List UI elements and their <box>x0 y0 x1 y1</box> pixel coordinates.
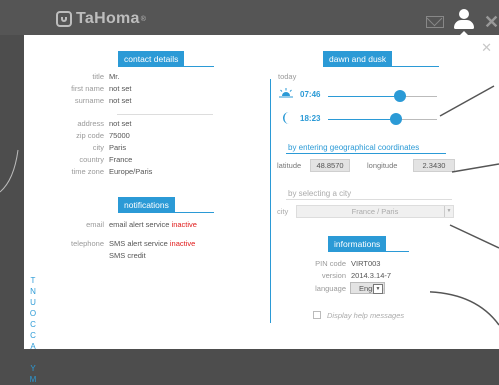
vertical-tab-letter: O <box>29 309 37 318</box>
top-close-icon[interactable]: ✕ <box>484 12 499 33</box>
vertical-tab-letter: Y <box>30 364 36 373</box>
today-label: today <box>278 72 297 81</box>
contact-row-label: time zone <box>71 167 104 176</box>
contact-row-value[interactable]: Mr. <box>109 72 119 81</box>
app-logo: TaHoma ® <box>56 10 146 28</box>
close-icon[interactable]: ✕ <box>481 40 492 56</box>
coords-subheading[interactable]: by entering geographical coordinates <box>288 143 419 152</box>
sms-credit-label: SMS credit <box>109 251 146 260</box>
help-messages-label: Display help messages <box>327 311 405 320</box>
email-alert-status: inactive <box>171 220 197 229</box>
help-pointer-lines <box>430 85 499 326</box>
sunset-time: 18:23 <box>300 114 321 123</box>
dawn-dusk-heading: dawn and dusk <box>323 51 393 67</box>
vertical-tab-letter: M <box>29 375 37 384</box>
language-select[interactable]: English ▼ <box>350 282 385 294</box>
contact-row-value[interactable]: Europe/Paris <box>109 167 152 176</box>
vertical-tab-letter: C <box>30 331 36 340</box>
vertical-tab-letter: C <box>30 320 36 329</box>
pin-value: VIRT003 <box>351 259 381 268</box>
user-icon[interactable] <box>452 9 476 35</box>
top-bar: TaHoma ® ✕ <box>0 0 499 35</box>
city-subheading[interactable]: by selecting a city <box>288 189 351 198</box>
help-messages-checkbox[interactable] <box>313 311 321 319</box>
latitude-label: latitude <box>277 161 302 170</box>
contact-heading-rule <box>118 66 214 67</box>
chevron-down-icon: ▼ <box>373 284 383 294</box>
vertical-tab-letter: U <box>30 298 36 307</box>
notifications-heading-rule <box>118 212 214 213</box>
house-logo-icon <box>56 11 72 27</box>
email-label: email <box>86 220 104 229</box>
contact-row-label: first name <box>71 84 104 93</box>
sunrise-slider-track <box>328 96 403 97</box>
side-hint-line <box>0 149 19 193</box>
coords-rule <box>286 153 446 154</box>
sms-alert-setting[interactable]: SMS alert service inactive <box>109 239 195 248</box>
vertical-tab-letter: N <box>30 287 36 296</box>
sunrise-icon <box>279 88 293 98</box>
email-alert-setting[interactable]: email alert service inactive <box>109 220 197 229</box>
longitude-label: longitude <box>367 161 398 170</box>
informations-heading-rule <box>328 251 409 252</box>
contact-row-value[interactable]: France <box>109 155 132 164</box>
sms-alert-text: SMS alert service <box>109 239 168 248</box>
contact-row-value[interactable]: not set <box>109 119 132 128</box>
contact-row-label: city <box>92 143 104 152</box>
latitude-input[interactable]: 48.8570 <box>310 159 350 172</box>
sms-alert-status: inactive <box>169 239 196 248</box>
contact-row-label: address <box>77 119 104 128</box>
informations-heading: informations <box>328 236 387 252</box>
city-rule <box>286 199 452 200</box>
email-alert-text: email alert service <box>109 220 170 229</box>
vertical-tab-letter <box>28 352 38 363</box>
contact-row-value[interactable]: Paris <box>109 143 126 152</box>
my-account-panel: ✕ TNUOCCA YM contact details title Mr. fir… <box>24 35 499 384</box>
pin-label: PIN code <box>315 259 346 268</box>
app-name: TaHoma <box>76 10 140 27</box>
vertical-tab-letter: A <box>30 342 36 351</box>
contact-details-heading: contact details <box>118 51 185 67</box>
contact-row-label: zip code <box>76 131 104 140</box>
sunset-slider-knob[interactable] <box>390 113 402 125</box>
contact-row-label: surname <box>74 96 104 105</box>
mail-icon[interactable] <box>426 16 444 28</box>
contact-row-value[interactable]: not set <box>109 96 132 105</box>
sunrise-time: 07:46 <box>300 90 321 99</box>
my-account-vertical-tab[interactable]: TNUOCCA YM <box>28 275 38 384</box>
version-value: 2014.3.14-7 <box>351 271 392 280</box>
notifications-heading: notifications <box>118 197 175 213</box>
contact-divider <box>117 114 213 115</box>
dawn-heading-rule <box>323 66 439 67</box>
moon-icon <box>283 112 289 124</box>
app-registered-mark: ® <box>140 15 146 23</box>
language-label: language <box>315 284 346 293</box>
version-label: version <box>321 271 346 280</box>
telephone-label: telephone <box>71 239 104 248</box>
column-separator <box>270 79 271 323</box>
vertical-tab-letter: T <box>30 276 36 285</box>
contact-row-label: title <box>92 72 104 81</box>
contact-row-label: country <box>79 155 104 164</box>
city-label: city <box>277 207 289 216</box>
contact-row-value[interactable]: not set <box>109 84 132 93</box>
city-select-value: France / Paris <box>351 207 399 216</box>
contact-row-value[interactable]: 75000 <box>109 131 130 140</box>
sunrise-slider-knob[interactable] <box>394 90 406 102</box>
